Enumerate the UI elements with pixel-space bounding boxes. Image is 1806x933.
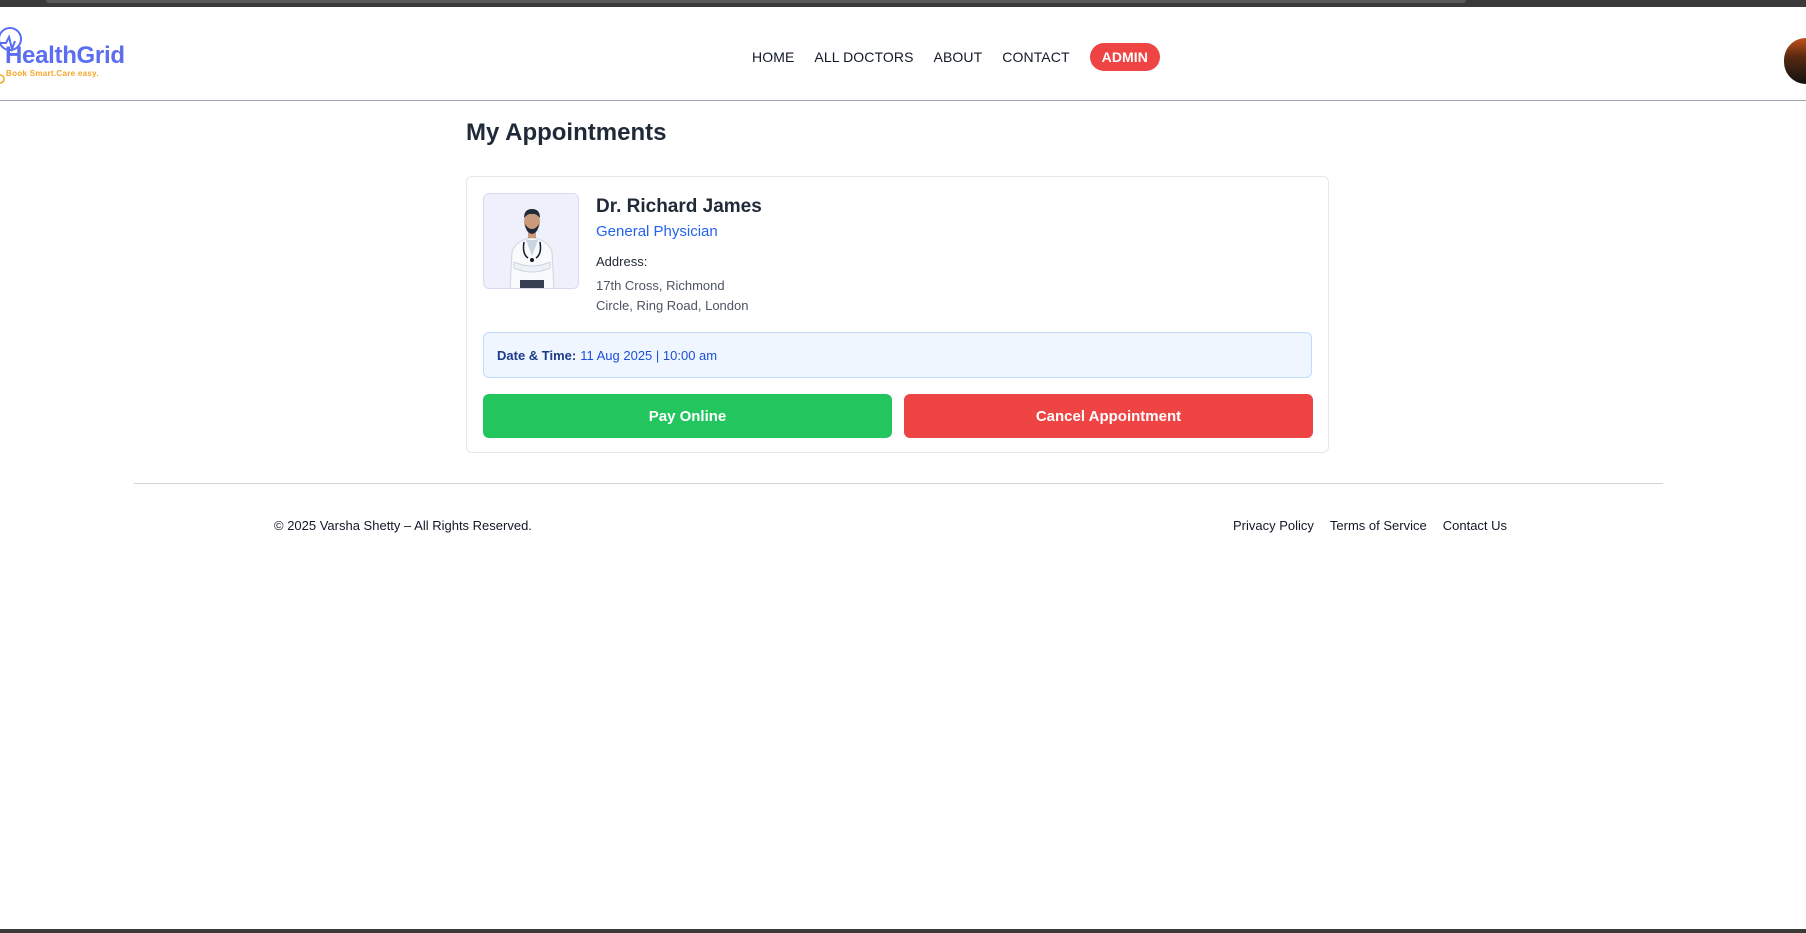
browser-url-bar[interactable] — [46, 0, 1466, 3]
doctor-speciality: General Physician — [596, 223, 718, 240]
logo-tagline: Book Smart.Care easy. — [6, 69, 99, 78]
footer-links: Privacy Policy Terms of Service Contact … — [1233, 518, 1507, 533]
footer-link-terms-of-service[interactable]: Terms of Service — [1330, 518, 1427, 533]
appointment-datetime: Date & Time: 11 Aug 2025 | 10:00 am — [483, 332, 1312, 378]
admin-button[interactable]: ADMIN — [1089, 43, 1160, 71]
navbar: HealthGrid Book Smart.Care easy. HOME AL… — [0, 7, 1806, 101]
pay-online-button[interactable]: Pay Online — [483, 394, 892, 438]
footer-divider — [134, 483, 1663, 484]
browser-bottom-bar — [0, 929, 1806, 933]
copyright-text: © 2025 Varsha Shetty – All Rights Reserv… — [274, 518, 532, 533]
address-line-2: Circle, Ring Road, London — [596, 298, 749, 313]
nav-home[interactable]: HOME — [752, 49, 794, 65]
logo[interactable]: HealthGrid Book Smart.Care easy. — [0, 23, 140, 85]
footer-link-contact-us[interactable]: Contact Us — [1443, 518, 1507, 533]
nav-contact[interactable]: CONTACT — [1002, 49, 1069, 65]
cancel-appointment-button[interactable]: Cancel Appointment — [904, 394, 1313, 438]
doctor-name: Dr. Richard James — [596, 196, 762, 217]
main-nav: HOME ALL DOCTORS ABOUT CONTACT ADMIN — [752, 42, 1160, 72]
page-title: My Appointments — [466, 119, 667, 146]
doctor-photo — [483, 193, 579, 289]
footer-link-privacy-policy[interactable]: Privacy Policy — [1233, 518, 1314, 533]
browser-top-bar — [0, 0, 1806, 7]
nav-about[interactable]: ABOUT — [934, 49, 983, 65]
user-avatar[interactable] — [1784, 38, 1806, 84]
doctor-image — [484, 194, 578, 288]
nav-all-doctors[interactable]: ALL DOCTORS — [814, 49, 913, 65]
appointment-card: Dr. Richard James General Physician Addr… — [466, 176, 1329, 453]
address-line-1: 17th Cross, Richmond — [596, 278, 725, 293]
datetime-label: Date & Time: — [497, 347, 577, 363]
datetime-value: 11 Aug 2025 | 10:00 am — [580, 347, 718, 363]
address-label: Address: — [596, 254, 648, 269]
logo-text: HealthGrid — [5, 42, 125, 69]
